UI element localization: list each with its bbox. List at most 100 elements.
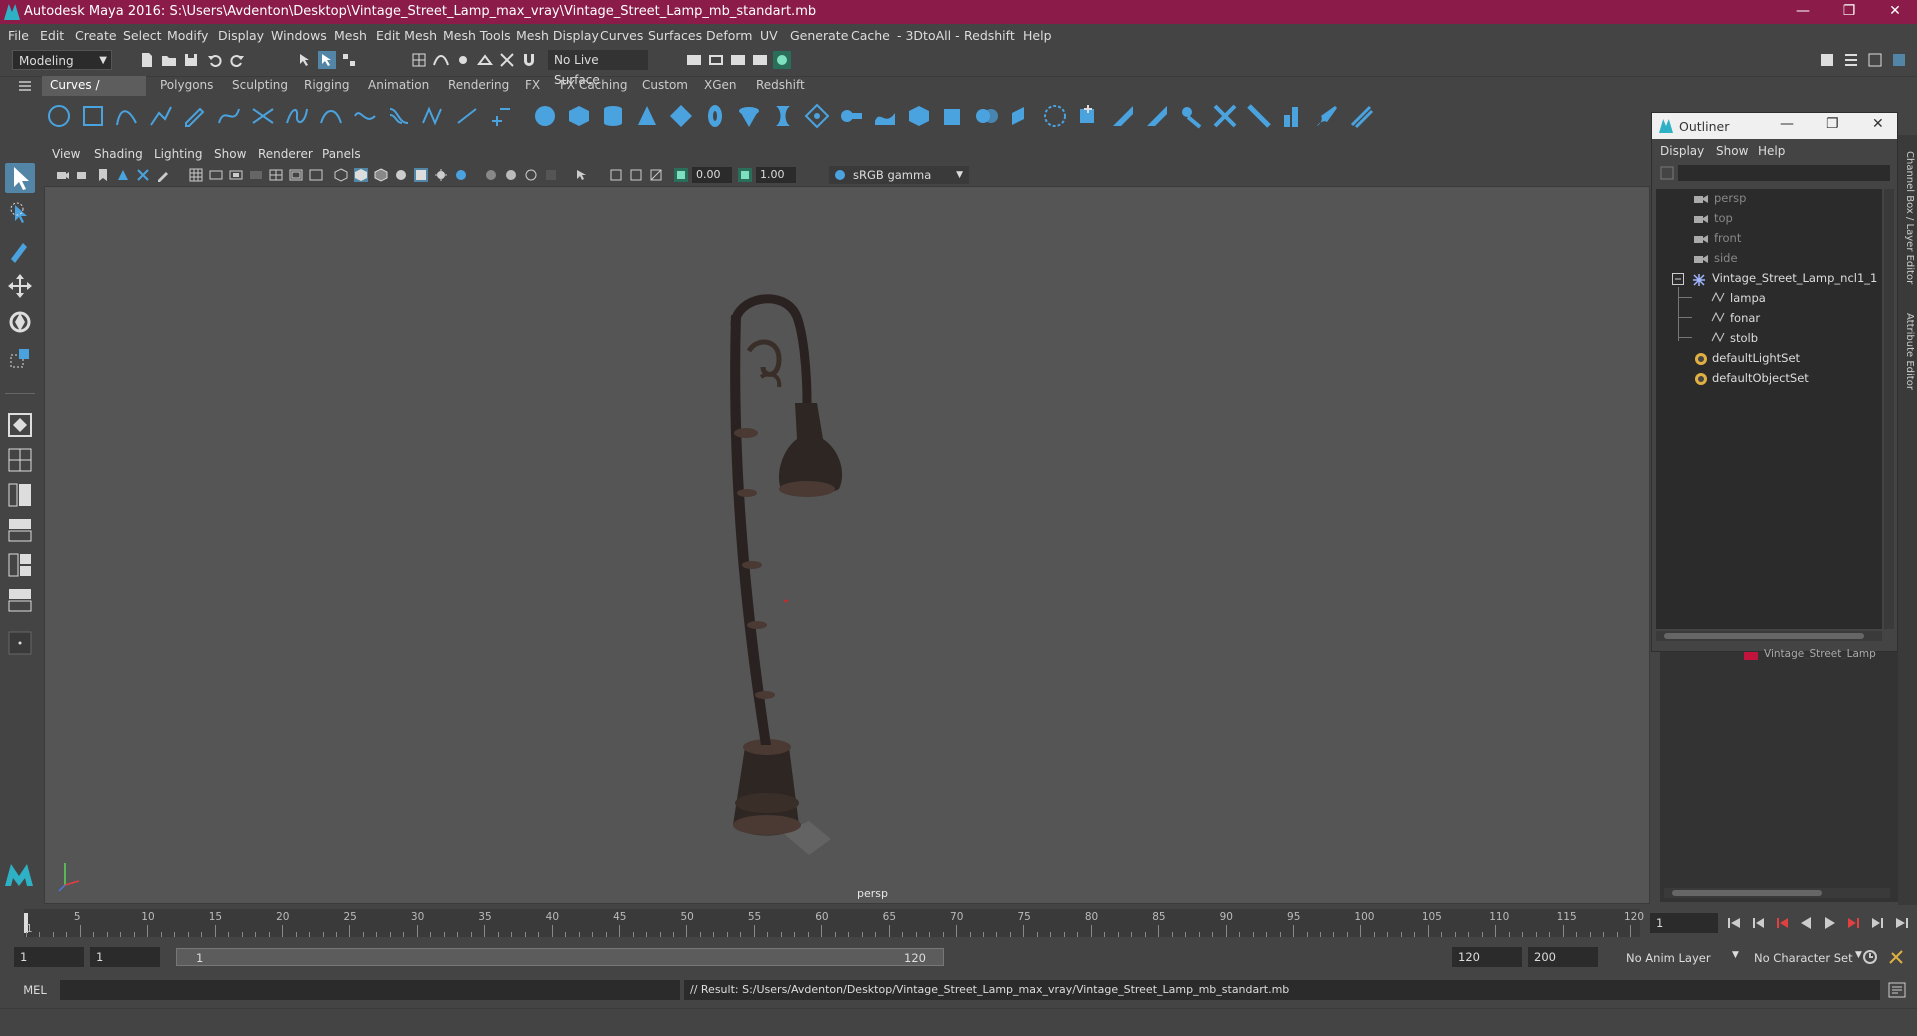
playback-start-field[interactable]: 1 bbox=[90, 947, 160, 967]
current-frame-field[interactable]: 1 bbox=[1650, 913, 1718, 933]
wireframe-on-shaded-icon[interactable] bbox=[374, 168, 388, 182]
menu-curves[interactable]: Curves bbox=[600, 28, 643, 43]
go-to-start-icon[interactable] bbox=[1726, 915, 1742, 931]
nurbs-cone-icon[interactable] bbox=[634, 103, 660, 129]
menu-file[interactable]: File bbox=[8, 28, 29, 43]
planar-icon[interactable] bbox=[804, 103, 830, 129]
move-tool-icon[interactable] bbox=[5, 271, 35, 301]
scrollbar-thumb[interactable] bbox=[1672, 890, 1822, 896]
scrollbar-thumb[interactable] bbox=[1664, 633, 1864, 639]
attach-surfaces-icon[interactable] bbox=[1178, 103, 1204, 129]
range-handle[interactable] bbox=[176, 948, 944, 966]
resolution-gate-icon[interactable] bbox=[229, 168, 243, 182]
insert-knot-icon[interactable] bbox=[318, 103, 344, 129]
save-scene-icon[interactable] bbox=[182, 51, 200, 69]
use-all-lights-icon[interactable] bbox=[414, 168, 428, 182]
isolate-select-icon[interactable] bbox=[574, 168, 588, 182]
modeling-toolkit-icon[interactable] bbox=[1818, 51, 1836, 69]
image-plane-icon[interactable] bbox=[116, 168, 130, 182]
snap-grid-icon[interactable] bbox=[410, 51, 428, 69]
nurbs-circle-icon[interactable] bbox=[46, 103, 72, 129]
outliner-maximize-button[interactable]: ❐ bbox=[1826, 116, 1839, 132]
exposure-field[interactable]: 0.00 bbox=[692, 167, 732, 183]
intersect-icon[interactable] bbox=[1042, 103, 1068, 129]
outliner-vertical-scrollbar[interactable] bbox=[1884, 189, 1894, 629]
menu-mesh-display[interactable]: Mesh Display bbox=[516, 28, 599, 43]
collapse-icon[interactable] bbox=[1672, 273, 1684, 285]
rebuild-surface-icon[interactable] bbox=[1280, 103, 1306, 129]
bezier-curve-icon[interactable] bbox=[216, 103, 242, 129]
outliner-search-input[interactable] bbox=[1678, 165, 1890, 181]
gamma-toggle-icon[interactable] bbox=[738, 168, 752, 182]
rotate-tool-icon[interactable] bbox=[5, 307, 35, 337]
layer-horizontal-scrollbar[interactable] bbox=[1664, 888, 1890, 898]
step-back-key-icon[interactable] bbox=[1750, 915, 1766, 931]
textured-icon[interactable] bbox=[394, 168, 408, 182]
film-gate-icon[interactable] bbox=[209, 168, 223, 182]
tab-attribute-editor[interactable]: Attribute Editor bbox=[1900, 313, 1915, 390]
close-button[interactable]: ✕ bbox=[1872, 0, 1917, 24]
maximize-button[interactable]: ❐ bbox=[1826, 0, 1872, 24]
panel-menu-panels[interactable]: Panels bbox=[322, 147, 361, 161]
tab-redshift[interactable]: Redshift bbox=[748, 76, 813, 96]
surface-cube-icon[interactable] bbox=[940, 103, 966, 129]
cv-curve-icon[interactable] bbox=[114, 103, 140, 129]
surface-editing-icon[interactable] bbox=[1348, 103, 1374, 129]
tab-rigging[interactable]: Rigging bbox=[296, 76, 357, 96]
xray-active-icon[interactable] bbox=[629, 168, 643, 182]
character-set-dropdown[interactable]: No Character Set bbox=[1754, 951, 1853, 965]
birail-icon[interactable] bbox=[872, 103, 898, 129]
nurbs-cube-icon[interactable] bbox=[566, 103, 592, 129]
render-frame-icon[interactable] bbox=[707, 51, 725, 69]
playback-end-field[interactable]: 120 bbox=[1452, 947, 1522, 967]
minimize-button[interactable]: — bbox=[1780, 0, 1826, 24]
outliner-item-front[interactable]: front bbox=[1714, 231, 1741, 245]
xray-joints-icon[interactable] bbox=[609, 168, 623, 182]
outliner-item-default-object-set[interactable]: defaultObjectSet bbox=[1712, 371, 1809, 385]
select-component-icon[interactable] bbox=[340, 51, 358, 69]
shadows-icon[interactable] bbox=[434, 168, 448, 182]
outliner-item-top[interactable]: top bbox=[1714, 211, 1733, 225]
animation-start-field[interactable]: 1 bbox=[14, 947, 84, 967]
loft-icon[interactable] bbox=[770, 103, 796, 129]
nurbs-square-icon[interactable] bbox=[80, 103, 106, 129]
menu-3dtoall[interactable]: - 3DtoAll - bbox=[897, 28, 960, 43]
motion-blur-icon[interactable] bbox=[504, 168, 518, 182]
menu-mesh-tools[interactable]: Mesh Tools bbox=[443, 28, 511, 43]
menu-uv[interactable]: UV bbox=[760, 28, 778, 43]
open-close-surface-icon[interactable] bbox=[1246, 103, 1272, 129]
outliner-menu-help[interactable]: Help bbox=[1758, 144, 1785, 158]
snap-live-icon[interactable] bbox=[498, 51, 516, 69]
select-camera-icon[interactable] bbox=[56, 168, 70, 182]
outliner-minimize-button[interactable]: — bbox=[1780, 116, 1794, 132]
outliner-titlebar[interactable]: Outliner — ❐ ✕ bbox=[1652, 113, 1897, 139]
outliner-close-button[interactable]: ✕ bbox=[1872, 116, 1884, 132]
ep-curve-icon[interactable] bbox=[148, 103, 174, 129]
bookmark-icon[interactable] bbox=[96, 168, 110, 182]
outliner-menu-show[interactable]: Show bbox=[1716, 144, 1748, 158]
persp-uv-layout-icon[interactable] bbox=[5, 585, 35, 615]
snap-point-icon[interactable] bbox=[454, 51, 472, 69]
new-scene-icon[interactable] bbox=[138, 51, 156, 69]
depth-of-field-icon[interactable] bbox=[544, 168, 558, 182]
filter-icon[interactable] bbox=[1660, 166, 1674, 180]
time-slider-track[interactable]: 1 5 10 15 20 25 30 35 40 45 50 55 60 65 70 75 80 85 90 95 1… bbox=[24, 909, 1644, 937]
tab-animation[interactable]: Animation bbox=[360, 76, 437, 96]
menu-modify[interactable]: Modify bbox=[167, 28, 208, 43]
menu-generate[interactable]: Generate bbox=[790, 28, 848, 43]
script-language-toggle[interactable]: MEL bbox=[10, 980, 60, 1000]
gate-mask-icon[interactable] bbox=[249, 168, 263, 182]
perspective-viewport[interactable]: persp bbox=[44, 144, 1650, 904]
field-chart-icon[interactable] bbox=[269, 168, 283, 182]
lasso-tool-icon[interactable] bbox=[5, 199, 35, 229]
mode-selector[interactable]: Modeling ▼ bbox=[12, 50, 112, 70]
untrim-icon[interactable] bbox=[1144, 103, 1170, 129]
nurbs-plane-icon[interactable] bbox=[668, 103, 694, 129]
tab-channel-box-layer-editor[interactable]: Channel Box / Layer Editor bbox=[1900, 151, 1915, 284]
persp-graph-layout-icon[interactable] bbox=[5, 515, 35, 545]
play-backwards-icon[interactable] bbox=[1798, 915, 1814, 931]
attribute-editor-toggle-icon[interactable] bbox=[1842, 51, 1860, 69]
layer-color-swatch[interactable] bbox=[1744, 652, 1758, 660]
trim-tool-icon[interactable] bbox=[1110, 103, 1136, 129]
grease-pencil-icon[interactable] bbox=[156, 168, 170, 182]
